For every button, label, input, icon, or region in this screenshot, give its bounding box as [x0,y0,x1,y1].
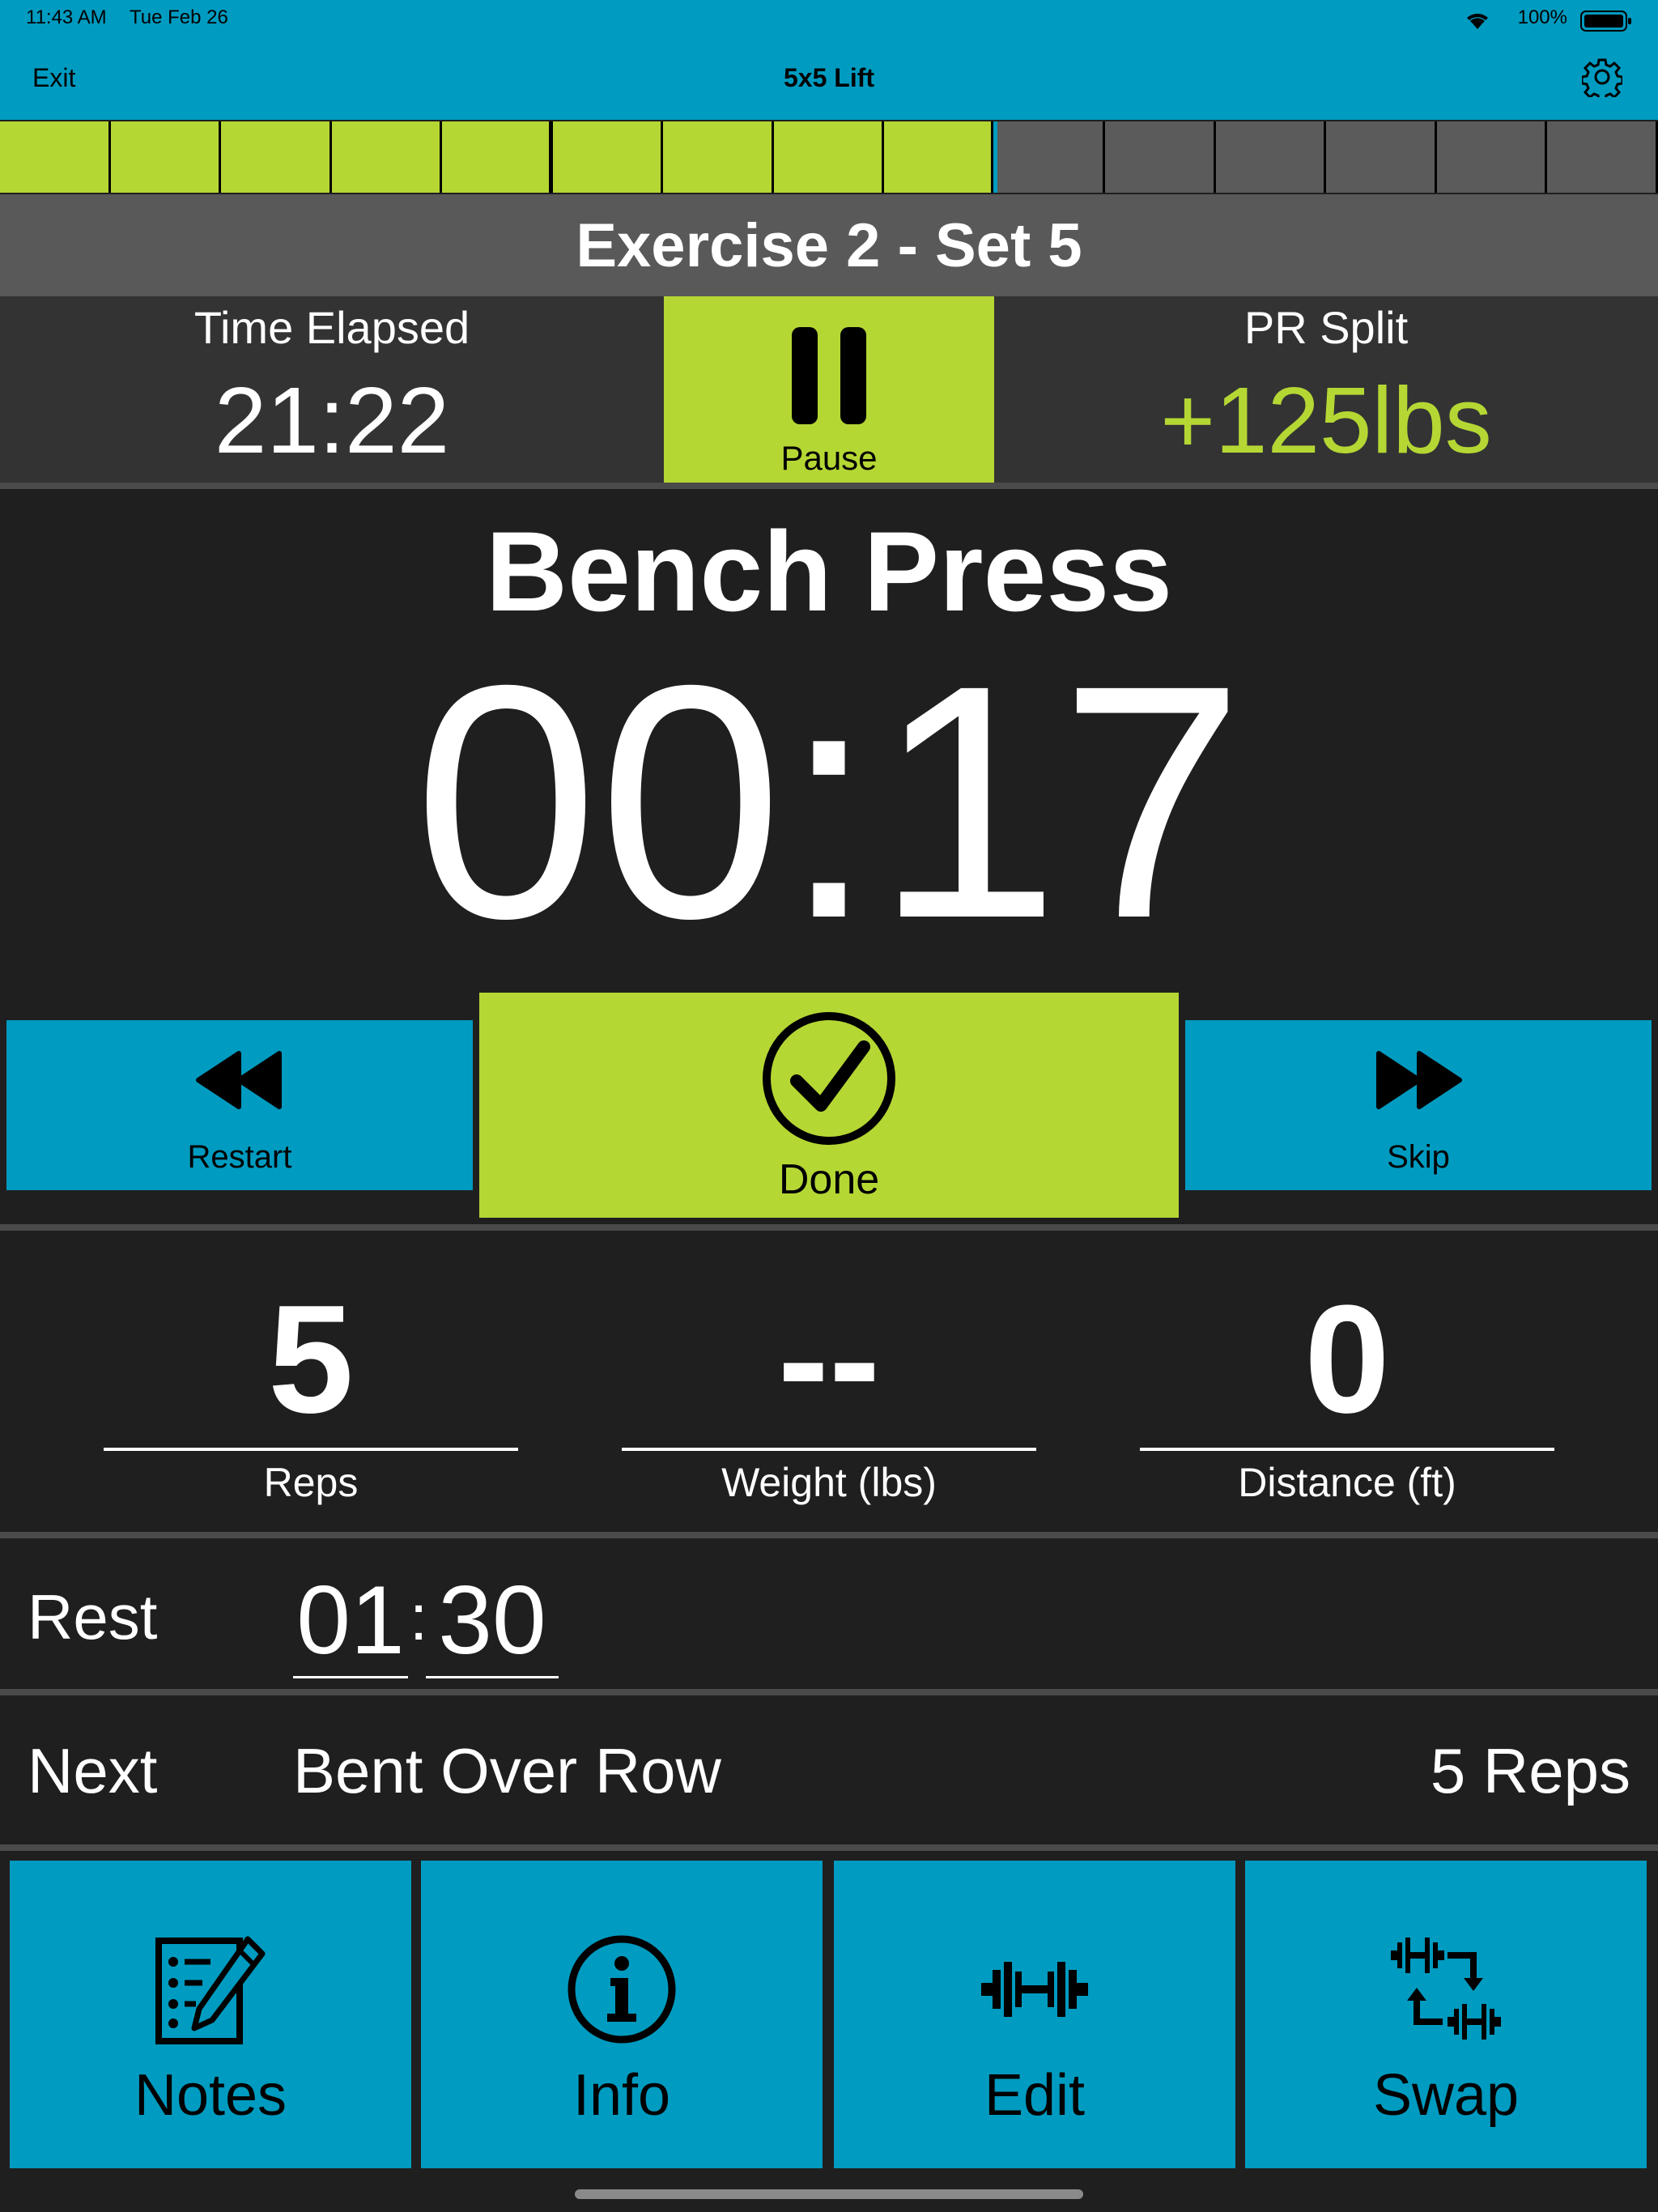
page-title: 5x5 Lift [783,63,875,92]
done-button[interactable]: Done [479,993,1179,1218]
dumbbell-edit-icon [981,1962,1088,2017]
underline [104,1448,518,1451]
info-button[interactable]: Info [421,1861,823,2168]
notes-icon [155,1936,266,2044]
divider [0,1532,1658,1538]
progress-segment [553,121,664,193]
battery-icon [1580,10,1632,36]
reps-label: Reps [263,1460,359,1505]
next-label: Next [28,1735,158,1806]
pr-split-value: +125lbs [1160,368,1492,473]
info-label: Info [572,2063,671,2128]
rewind-icon [196,1050,282,1109]
progress-segment [995,121,1106,193]
gear-icon[interactable] [1580,57,1624,102]
notes-label: Notes [134,2063,287,2128]
progress-marker [993,121,997,193]
notes-button[interactable]: Notes [10,1861,411,2168]
progress-segment [1105,121,1216,193]
top-bar [0,0,1658,120]
divider [0,483,1658,489]
fast-forward-icon [1376,1050,1462,1109]
distance-metric[interactable]: 0 Distance (ft) [1140,1271,1554,1506]
divider [0,1689,1658,1695]
divider [0,1224,1658,1231]
done-label: Done [778,1156,880,1203]
pr-split-label: PR Split [1244,302,1409,353]
set-header: Exercise 2 - Set 5 [0,194,1658,296]
status-date: Tue Feb 26 [130,6,228,28]
progress-segment [332,121,443,193]
distance-value: 0 [1304,1274,1390,1445]
progress-segment [1437,121,1548,193]
divider [0,1844,1658,1851]
next-exercise-name: Bent Over Row [293,1735,721,1806]
progress-segment [442,121,553,193]
skip-label: Skip [1387,1138,1450,1175]
workout-progress-bar [0,121,1658,193]
pause-icon [792,327,866,424]
progress-segment [884,121,995,193]
progress-segment [1547,121,1658,193]
progress-segment [1216,121,1327,193]
progress-segment [0,121,111,193]
swap-button[interactable]: Swap [1245,1861,1647,2168]
status-time: 11:43 AM [26,6,107,28]
underline [1140,1448,1554,1451]
restart-label: Restart [187,1138,292,1175]
progress-segment [221,121,332,193]
time-elapsed-value: 21:22 [214,368,450,473]
restart-button[interactable]: Restart [6,1020,473,1190]
reps-metric[interactable]: 5 Reps [104,1271,518,1506]
reps-value: 5 [268,1274,354,1445]
progress-segment [774,121,885,193]
rest-colon: : [410,1581,428,1653]
home-indicator[interactable] [575,2189,1083,2199]
edit-button[interactable]: Edit [834,1861,1235,2168]
time-elapsed-label: Time Elapsed [193,302,470,353]
pause-button[interactable]: Pause [664,296,994,483]
progress-segment [1326,121,1437,193]
battery-percent: 100% [1517,6,1567,28]
info-icon [568,1935,676,2044]
weight-value: -- [777,1274,881,1445]
progress-segment [111,121,222,193]
weight-metric[interactable]: -- Weight (lbs) [622,1271,1036,1506]
distance-label: Distance (ft) [1238,1460,1456,1505]
pause-label: Pause [780,439,878,477]
skip-button[interactable]: Skip [1185,1020,1652,1190]
edit-label: Edit [984,2063,1086,2128]
rest-seconds-input[interactable]: 30 [426,1564,559,1678]
wifi-icon [1464,10,1491,35]
rest-minutes-input[interactable]: 01 [293,1564,408,1678]
progress-segment [663,121,774,193]
countdown-timer: 00:17 [413,616,1244,987]
next-reps: 5 Reps [1430,1735,1630,1806]
underline [622,1448,1036,1451]
checkmark-circle-icon [763,1012,895,1145]
weight-label: Weight (lbs) [721,1460,937,1505]
swap-icon [1391,1938,1501,2040]
swap-label: Swap [1372,2063,1520,2128]
rest-label: Rest [28,1581,158,1653]
